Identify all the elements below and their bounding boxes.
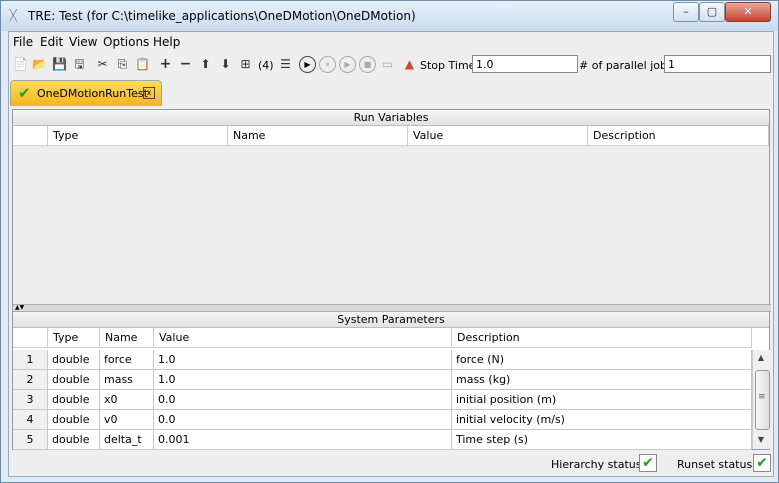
- run-count: (4): [258, 59, 274, 72]
- tab-label: OneDMotionRunTest: [37, 87, 148, 100]
- menu-view[interactable]: View: [69, 35, 97, 49]
- splitter[interactable]: ▲▼: [13, 304, 771, 312]
- param-name-cell[interactable]: v0: [100, 410, 154, 430]
- tab-onedmotionruntest[interactable]: ✔ OneDMotionRunTest x: [10, 80, 162, 106]
- vertical-scrollbar[interactable]: ▲ ≡ ▼: [752, 350, 770, 449]
- param-description-header[interactable]: Description: [452, 328, 752, 348]
- menu-file[interactable]: File: [13, 35, 33, 49]
- add-icon[interactable]: +: [157, 56, 174, 73]
- paste-icon[interactable]: 📋: [134, 56, 151, 73]
- toolbar: 📄 📂 💾 🖫 ✂ ⎘ 📋 + − ⬆ ⬇ ⊞ (4) ☰ ▶ ⏸ ▶ ■ ▭ …: [9, 53, 773, 77]
- menu-bar: File Edit View Options Help: [9, 32, 773, 52]
- resume-icon[interactable]: ▶: [339, 56, 356, 73]
- scroll-thumb[interactable]: ≡: [755, 370, 770, 430]
- param-name-cell[interactable]: mass: [100, 370, 154, 390]
- scroll-down-icon[interactable]: ▼: [755, 434, 767, 446]
- param-description-cell[interactable]: force (N): [452, 350, 752, 370]
- param-type-cell[interactable]: double: [48, 390, 100, 410]
- param-value-header[interactable]: Value: [154, 328, 452, 348]
- maximize-button[interactable]: ▢: [699, 2, 725, 22]
- param-description-cell[interactable]: mass (kg): [452, 370, 752, 390]
- param-name-cell[interactable]: x0: [100, 390, 154, 410]
- parallel-jobs-input[interactable]: 1: [664, 55, 771, 73]
- stop-icon[interactable]: ■: [359, 56, 376, 73]
- param-type-cell[interactable]: double: [48, 370, 100, 390]
- run-var-type-header[interactable]: Type: [48, 126, 228, 146]
- app-icon: ᚷ: [9, 8, 18, 24]
- hierarchy-icon[interactable]: ⊞: [237, 56, 254, 73]
- menu-edit[interactable]: Edit: [40, 35, 63, 49]
- run-var-description-header[interactable]: Description: [588, 126, 769, 146]
- hierarchy-status-check-icon: ✔: [639, 454, 657, 472]
- minimize-button[interactable]: –: [673, 2, 699, 22]
- save-all-icon[interactable]: 🖫: [71, 56, 88, 73]
- parallel-jobs-label: # of parallel jobs:: [579, 59, 677, 72]
- main-content: File Edit View Options Help 📄 📂 💾 🖫 ✂ ⎘ …: [8, 31, 774, 477]
- run-panel: Run Variables Type Name Value Descriptio…: [12, 109, 771, 450]
- new-icon[interactable]: 📄: [12, 56, 29, 73]
- matlab-icon[interactable]: ▲: [401, 56, 418, 73]
- scroll-up-icon[interactable]: ▲: [755, 352, 767, 364]
- remove-icon[interactable]: −: [177, 56, 194, 73]
- title-bar[interactable]: ᚷ TRE: Test (for C:\timelike_application…: [1, 1, 778, 31]
- run-var-value-header[interactable]: Value: [408, 126, 588, 146]
- open-icon[interactable]: 📂: [31, 56, 48, 73]
- param-value-cell[interactable]: 0.001: [154, 430, 452, 450]
- move-down-icon[interactable]: ⬇: [217, 56, 234, 73]
- stop-time-input[interactable]: 1.0: [472, 55, 578, 73]
- check-icon: ✔: [18, 84, 31, 102]
- param-value-cell[interactable]: 0.0: [154, 410, 452, 430]
- runset-status-label: Runset status:: [677, 458, 756, 471]
- param-type-cell[interactable]: double: [48, 430, 100, 450]
- param-value-cell[interactable]: 0.0: [154, 390, 452, 410]
- run-var-name-header[interactable]: Name: [228, 126, 408, 146]
- run-icon[interactable]: ▶: [299, 56, 316, 73]
- param-description-cell[interactable]: Time step (s): [452, 430, 752, 450]
- stop-time-label: Stop Time:: [420, 59, 480, 72]
- hierarchy-status-label: Hierarchy status:: [551, 458, 646, 471]
- move-up-icon[interactable]: ⬆: [197, 56, 214, 73]
- grip-icon: ≡: [758, 392, 766, 402]
- param-index-cell: 2: [13, 370, 48, 390]
- run-variables-title: Run Variables: [13, 110, 769, 126]
- cut-icon[interactable]: ✂: [94, 56, 111, 73]
- param-type-cell[interactable]: double: [48, 350, 100, 370]
- param-name-header[interactable]: Name: [100, 328, 154, 348]
- row-number-header: [13, 126, 48, 146]
- param-value-cell[interactable]: 1.0: [154, 370, 452, 390]
- system-parameters-title: System Parameters: [13, 312, 769, 328]
- param-name-cell[interactable]: force: [100, 350, 154, 370]
- status-bar: Hierarchy status: ✔ Runset status: ✔: [9, 451, 773, 475]
- param-index-cell: 3: [13, 390, 48, 410]
- window-title: TRE: Test (for C:\timelike_applications\…: [28, 9, 416, 23]
- save-icon[interactable]: 💾: [51, 56, 68, 73]
- app-window: ᚷ TRE: Test (for C:\timelike_application…: [0, 0, 779, 483]
- terminal-icon[interactable]: ▭: [379, 56, 396, 73]
- runset-status-check-icon: ✔: [753, 454, 771, 472]
- param-index-cell: 5: [13, 430, 48, 450]
- param-type-header[interactable]: Type: [48, 328, 100, 348]
- close-tab-icon[interactable]: x: [143, 87, 155, 99]
- param-description-cell[interactable]: initial velocity (m/s): [452, 410, 752, 430]
- list-icon[interactable]: ☰: [277, 56, 294, 73]
- close-button[interactable]: ✕: [725, 2, 771, 22]
- param-index-cell: 4: [13, 410, 48, 430]
- param-value-cell[interactable]: 1.0: [154, 350, 452, 370]
- menu-help[interactable]: Help: [153, 35, 180, 49]
- param-index-cell: 1: [13, 350, 48, 370]
- pause-icon[interactable]: ⏸: [319, 56, 336, 73]
- param-type-cell[interactable]: double: [48, 410, 100, 430]
- param-description-cell[interactable]: initial position (m): [452, 390, 752, 410]
- menu-options[interactable]: Options: [103, 35, 149, 49]
- run-variables-table-empty[interactable]: [13, 146, 769, 304]
- param-index-header: [13, 328, 48, 348]
- param-name-cell[interactable]: delta_t: [100, 430, 154, 450]
- copy-icon[interactable]: ⎘: [114, 56, 131, 73]
